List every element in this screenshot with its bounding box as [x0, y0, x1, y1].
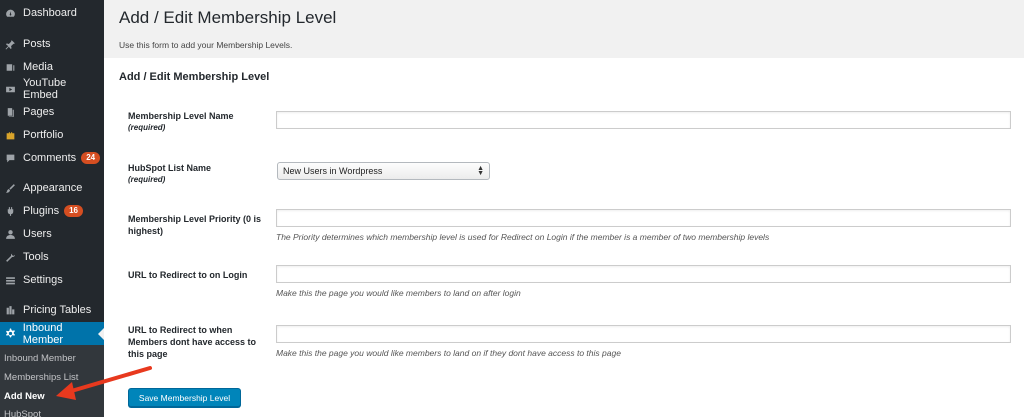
sidebar-item-label: Inbound Member [22, 321, 64, 346]
level-name-label: Membership Level Name (required) [128, 110, 268, 134]
comments-count-badge: 24 [81, 152, 101, 164]
sidebar-item-media[interactable]: Media [0, 56, 104, 78]
priority-input[interactable] [276, 209, 1011, 227]
sidebar-item-label: Portfolio [23, 129, 64, 141]
redirect-noaccess-input[interactable] [276, 325, 1011, 343]
sidebar-item-label: Plugins [23, 205, 60, 217]
portfolio-icon [4, 129, 17, 142]
redirect-noaccess-help-text: Make this the page you would like member… [276, 348, 621, 358]
sidebar-item-label: Appearance [23, 182, 83, 194]
redirect-login-label: URL to Redirect to on Login [128, 270, 248, 280]
sidebar-item-label: Media [23, 61, 53, 73]
comment-icon [4, 152, 17, 165]
required-note: (required) [128, 123, 166, 132]
sidebar-item-label: Settings [23, 274, 63, 286]
hubspot-list-selected-value: New Users in Wordpress [283, 166, 383, 176]
sidebar-item-dashboard[interactable]: Dashboard [0, 2, 104, 24]
hubspot-list-label-text: HubSpot List Name [128, 163, 212, 173]
sidebar-item-comments[interactable]: Comments 24 [0, 147, 104, 169]
user-icon [4, 228, 17, 241]
gear-icon [4, 327, 17, 340]
sidebar-item-settings[interactable]: Settings [0, 269, 104, 291]
sidebar-item-label: Posts [23, 38, 51, 50]
hubspot-list-label: HubSpot List Name (required) [128, 162, 268, 186]
sidebar-item-inbound-member[interactable]: Inbound Member [0, 321, 104, 346]
sidebar-item-label: Pricing Tables [23, 304, 92, 316]
redirect-noaccess-label: URL to Redirect to when Members dont hav… [128, 325, 257, 359]
required-note: (required) [128, 175, 166, 184]
sidebar-item-users[interactable]: Users [0, 223, 104, 245]
sidebar-item-label: Comments [23, 152, 77, 164]
section-title: Add / Edit Membership Level [119, 71, 270, 83]
page-description: Use this form to add your Membership Lev… [119, 40, 293, 50]
sidebar-item-label: YouTube Embed [22, 77, 67, 101]
sidebar-item-pricing-tables[interactable]: Pricing Tables [0, 299, 104, 321]
plug-icon [4, 205, 17, 218]
submenu-item-inbound-member[interactable]: Inbound Member [4, 353, 76, 364]
table-icon [4, 304, 17, 317]
settings-icon [4, 274, 17, 287]
sidebar-item-pages[interactable]: Pages [0, 101, 104, 123]
video-icon [4, 83, 17, 96]
wrench-icon [4, 251, 17, 264]
sidebar-item-portfolio[interactable]: Portfolio [0, 124, 104, 146]
inbound-member-submenu: Inbound Member Memberships List Add New … [0, 345, 104, 417]
page-icon [4, 106, 17, 119]
submenu-item-memberships-list[interactable]: Memberships List [4, 372, 78, 383]
sidebar-item-appearance[interactable]: Appearance [0, 177, 104, 199]
submenu-item-hubspot[interactable]: HubSpot [4, 409, 41, 417]
sidebar-item-posts[interactable]: Posts [0, 33, 104, 55]
level-name-input[interactable] [276, 111, 1011, 129]
sidebar-item-label: Pages [23, 106, 55, 118]
media-icon [4, 61, 17, 74]
sidebar-item-label: Tools [23, 251, 49, 263]
sidebar-item-label: Dashboard [23, 7, 77, 19]
sidebar-item-tools[interactable]: Tools [0, 246, 104, 268]
dashboard-icon [4, 7, 17, 20]
sidebar-item-youtube-embed[interactable]: YouTube Embed [0, 77, 104, 101]
pin-icon [4, 38, 17, 51]
submenu-item-add-new[interactable]: Add New [4, 391, 45, 402]
sidebar-item-plugins[interactable]: Plugins 16 [0, 200, 104, 222]
redirect-login-input[interactable] [276, 265, 1011, 283]
plugins-count-badge: 16 [64, 205, 83, 217]
priority-help-text: The Priority determines which membership… [276, 232, 770, 242]
sidebar-item-label: Users [23, 228, 52, 240]
admin-sidebar: Dashboard Posts Media YouTube Embed Page… [0, 0, 104, 417]
priority-label: Membership Level Priority (0 is highest) [128, 214, 262, 236]
select-arrows-icon: ▲ ▼ [477, 165, 484, 177]
redirect-login-help-text: Make this the page you would like member… [276, 288, 521, 298]
hubspot-list-select[interactable]: New Users in Wordpress ▲ ▼ [277, 162, 490, 180]
brush-icon [4, 182, 17, 195]
page-title: Add / Edit Membership Level [119, 8, 337, 27]
save-membership-level-button[interactable]: Save Membership Level [128, 388, 241, 407]
level-name-label-text: Membership Level Name [128, 111, 234, 121]
